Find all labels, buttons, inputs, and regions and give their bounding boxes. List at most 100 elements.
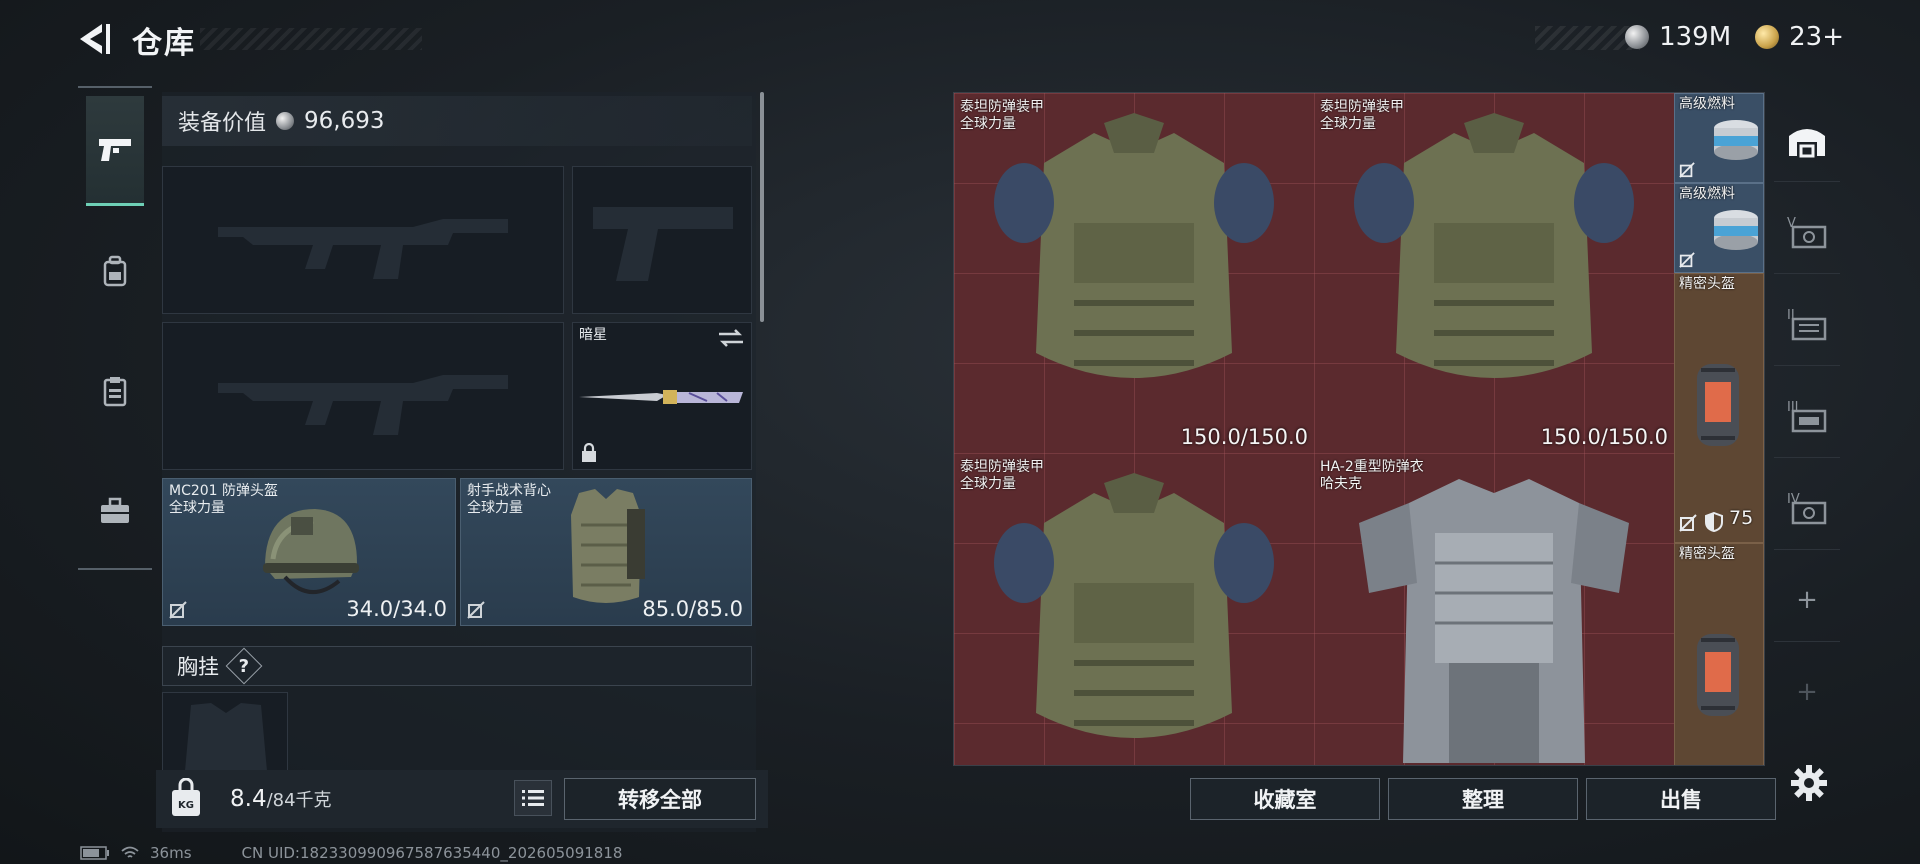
storage-grid: 泰坦防弹装甲 全球力量 150.0/150.0 泰坦防弹装甲 全球力量 150.… bbox=[953, 92, 1765, 766]
status-line: 36ms CN UID:182330990967587635440_202605… bbox=[80, 844, 622, 862]
rifle-silhouette-icon bbox=[218, 219, 508, 279]
wifi-icon bbox=[121, 846, 139, 858]
item-name: 高级燃料 bbox=[1679, 96, 1735, 112]
chest-rig-slot[interactable] bbox=[162, 692, 288, 774]
help-icon[interactable]: ? bbox=[225, 647, 263, 685]
list-view-button[interactable] bbox=[514, 780, 552, 816]
silver-coin-icon bbox=[276, 112, 295, 130]
nav-item-case[interactable] bbox=[86, 456, 144, 566]
lock-icon bbox=[582, 443, 596, 462]
collection-room-button[interactable]: 收藏室 bbox=[1190, 778, 1380, 820]
swap-icon[interactable] bbox=[717, 329, 745, 347]
list-icon bbox=[522, 790, 544, 806]
no-insurance-icon bbox=[1679, 514, 1697, 532]
armor-level-value: 75 bbox=[1729, 507, 1754, 529]
no-insurance-icon bbox=[169, 601, 187, 619]
svg-text:KG: KG bbox=[178, 800, 194, 811]
helmet-brand: 全球力量 bbox=[169, 500, 225, 516]
storage-item-armor-2[interactable]: 泰坦防弹装甲 全球力量 150.0/150.0 bbox=[1314, 93, 1674, 453]
currency-bar: 139M 23+ bbox=[1518, 18, 1858, 56]
armor-icon bbox=[994, 113, 1274, 378]
storage-iii-icon: III bbox=[1787, 400, 1827, 432]
item-name: 精密头盔 bbox=[1679, 276, 1735, 292]
item-name: 高级燃料 bbox=[1679, 186, 1735, 202]
equipment-scrollbar[interactable] bbox=[760, 92, 764, 322]
back-arrow-icon bbox=[80, 24, 110, 54]
chest-rig-header: 胸挂 ? bbox=[162, 646, 752, 686]
chest-rig-label: 胸挂 bbox=[177, 655, 219, 679]
warehouse-icon bbox=[1789, 128, 1825, 157]
no-insurance-icon bbox=[1679, 162, 1695, 178]
tab-storage-iii[interactable]: III bbox=[1774, 374, 1840, 458]
item-durability: 150.0/150.0 bbox=[1540, 425, 1668, 449]
precision-helmet-icon bbox=[1697, 634, 1739, 716]
item-name: 精密头盔 bbox=[1679, 546, 1735, 562]
currency-gold-value[interactable]: 23+ bbox=[1789, 22, 1844, 52]
no-insurance-icon bbox=[467, 601, 485, 619]
tab-storage-ii[interactable]: II bbox=[1774, 282, 1840, 366]
storage-item-precision-helmet-2[interactable]: 精密头盔 bbox=[1674, 543, 1764, 765]
storage-item-heavy-armor[interactable]: HA-2重型防弹衣 哈夫克 bbox=[1314, 453, 1674, 765]
nav-item-weapons[interactable] bbox=[86, 96, 144, 206]
page-title: 仓库 bbox=[132, 26, 196, 61]
silver-coin-icon bbox=[1625, 25, 1650, 49]
primary-weapon-slot-2[interactable] bbox=[162, 322, 564, 470]
helmet-slot[interactable]: MC201 防弹头盔 全球力量 34.0/34.0 bbox=[162, 478, 456, 626]
settings-button[interactable] bbox=[1790, 764, 1828, 802]
briefcase-icon bbox=[101, 497, 129, 523]
primary-weapon-slot-1[interactable] bbox=[162, 166, 564, 314]
storage-item-fuel-2[interactable]: 高级燃料 bbox=[1674, 183, 1764, 273]
shield-icon bbox=[1705, 512, 1723, 532]
melee-name: 暗星 bbox=[579, 327, 607, 343]
storage-item-fuel-1[interactable]: 高级燃料 bbox=[1674, 93, 1764, 183]
sell-button[interactable]: 出售 bbox=[1586, 778, 1776, 820]
tab-add-storage-2[interactable]: + bbox=[1774, 650, 1840, 734]
weight-current: 8.4 bbox=[230, 786, 267, 812]
storage-item-armor-3[interactable]: 泰坦防弹装甲 全球力量 bbox=[954, 453, 1314, 765]
storage-grid-cells: 泰坦防弹装甲 全球力量 150.0/150.0 泰坦防弹装甲 全球力量 150.… bbox=[954, 93, 1674, 765]
weight-icon: KG bbox=[168, 777, 204, 820]
transfer-all-button[interactable]: 转移全部 bbox=[564, 778, 756, 820]
rifle-silhouette-icon bbox=[218, 375, 508, 435]
title-decoration bbox=[200, 28, 422, 50]
chest-rig-silhouette-icon bbox=[185, 703, 267, 771]
armor-icon bbox=[1354, 113, 1634, 378]
equipment-value-header: 装备价值 96,693 bbox=[162, 96, 752, 146]
gold-token-icon bbox=[1755, 25, 1780, 49]
vest-icon bbox=[571, 489, 645, 603]
storage-tabs: V II III IV + + bbox=[1774, 92, 1840, 832]
precision-helmet-icon bbox=[1697, 364, 1739, 446]
storage-iv-icon: IV bbox=[1787, 492, 1827, 524]
body-armor-slot[interactable]: 射手战术背心 全球力量 85.0/85.0 bbox=[460, 478, 752, 626]
storage-side-column: 高级燃料 高级燃料 精密头盔 75 精密头盔 bbox=[1674, 93, 1764, 765]
currency-silver-value: 139M bbox=[1659, 22, 1732, 52]
backpack-icon bbox=[103, 255, 127, 287]
body-armor-name: 射手战术背心 bbox=[467, 483, 551, 499]
weight-max: /84千克 bbox=[266, 790, 332, 811]
heavy-armor-icon bbox=[1359, 479, 1629, 763]
fuel-can-icon bbox=[1714, 120, 1758, 160]
storage-item-precision-helmet-1[interactable]: 精密头盔 75 bbox=[1674, 273, 1764, 543]
tab-warehouse[interactable] bbox=[1774, 98, 1840, 182]
add-icon: + bbox=[1796, 584, 1818, 615]
tab-add-storage-1[interactable]: + bbox=[1774, 558, 1840, 642]
clipboard-icon bbox=[103, 377, 127, 407]
sidearm-slot[interactable] bbox=[572, 166, 752, 314]
svg-text:V: V bbox=[1787, 216, 1796, 231]
tab-storage-iv[interactable]: IV bbox=[1774, 466, 1840, 550]
back-button[interactable] bbox=[78, 20, 112, 58]
storage-item-armor-1[interactable]: 泰坦防弹装甲 全球力量 150.0/150.0 bbox=[954, 93, 1314, 453]
item-durability: 150.0/150.0 bbox=[1180, 425, 1308, 449]
body-armor-durability: 85.0/85.0 bbox=[642, 597, 743, 621]
pistol-icon bbox=[99, 138, 131, 161]
organize-button[interactable]: 整理 bbox=[1388, 778, 1578, 820]
melee-slot[interactable]: 暗星 bbox=[572, 322, 752, 470]
equipment-value: 96,693 bbox=[304, 108, 385, 134]
tab-storage-v[interactable]: V bbox=[1774, 190, 1840, 274]
helmet-icon bbox=[263, 509, 359, 595]
nav-item-backpack[interactable] bbox=[86, 216, 144, 326]
storage-ii-icon: II bbox=[1787, 308, 1827, 340]
weight-text: 8.4/84千克 bbox=[230, 786, 332, 812]
nav-item-vest[interactable] bbox=[86, 336, 144, 446]
storage-v-icon: V bbox=[1787, 216, 1827, 248]
